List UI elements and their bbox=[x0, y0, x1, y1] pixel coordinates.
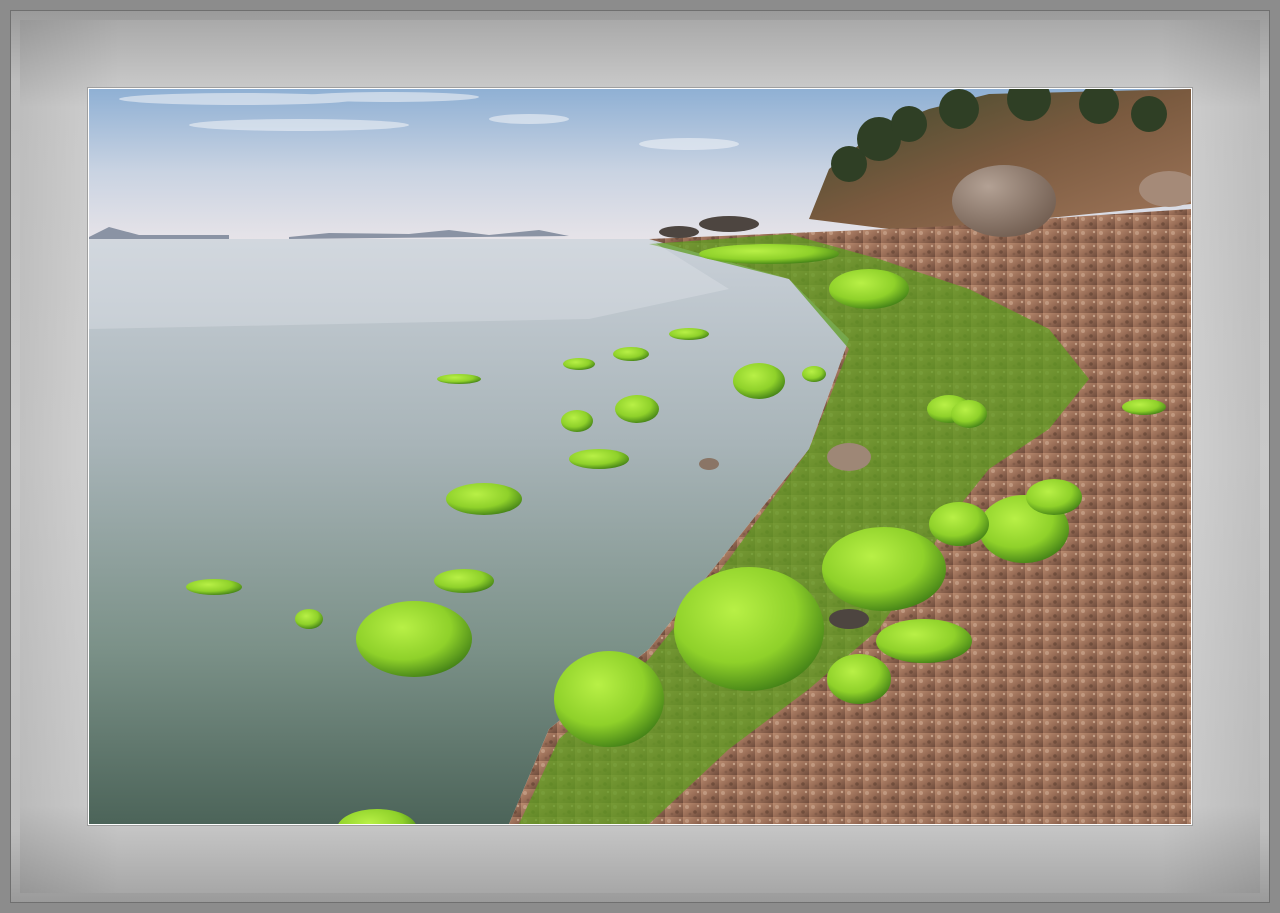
seascape-photo bbox=[89, 89, 1191, 824]
boulder bbox=[952, 165, 1056, 237]
photo-border bbox=[88, 88, 1192, 825]
